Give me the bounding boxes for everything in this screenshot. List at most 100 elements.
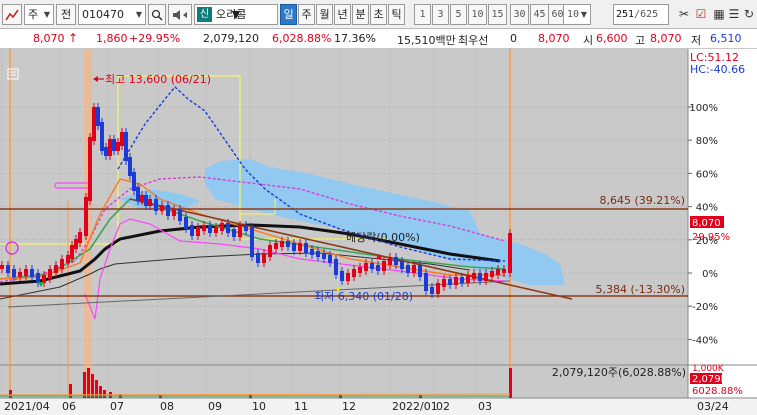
candle-body bbox=[502, 269, 506, 273]
chart-toolbar: 주 ▼ 전 010470 ▼ 신 오리콤 ▼ 일주월년분초틱 1 3 5 10 15 30… bbox=[0, 0, 757, 29]
candle-body bbox=[74, 239, 78, 249]
interval-button[interactable]: 45 bbox=[530, 4, 549, 25]
period-button[interactable]: 주 bbox=[298, 4, 315, 25]
volume-annotation: 2,079,120주(6,028.88%) bbox=[552, 366, 686, 379]
candle-body bbox=[232, 229, 236, 237]
period-button[interactable]: 년 bbox=[334, 4, 351, 25]
period-button[interactable]: 일 bbox=[280, 4, 297, 25]
candle-body bbox=[78, 232, 82, 243]
candle-body bbox=[466, 275, 470, 283]
chart-icon[interactable] bbox=[2, 4, 22, 25]
x-tick-label: 2021/04 bbox=[4, 400, 50, 413]
candle-body bbox=[364, 263, 368, 271]
x-tick-label: 03 bbox=[478, 400, 492, 413]
candle-body bbox=[442, 279, 446, 287]
period-button[interactable]: 분 bbox=[352, 4, 369, 25]
candle-body bbox=[334, 259, 338, 275]
candle-body bbox=[496, 269, 500, 275]
price-change-pct: +29.95% bbox=[129, 32, 181, 45]
x-tick-label: 11 bbox=[294, 400, 308, 413]
candle-body bbox=[448, 279, 452, 285]
candle-body bbox=[454, 277, 458, 285]
interval-button[interactable]: 15 bbox=[488, 4, 507, 25]
candle-body bbox=[120, 132, 124, 146]
candle-body bbox=[340, 271, 344, 281]
candle-body bbox=[490, 271, 494, 277]
interval-button[interactable]: 3 bbox=[432, 4, 449, 25]
refresh-icon[interactable]: ↻ bbox=[742, 4, 756, 25]
y-tick-label: 80% bbox=[696, 136, 718, 147]
stock-chart[interactable]: 최고 13,600 (06/21) 최저 6,340 (01/28) 베당락(0… bbox=[0, 49, 757, 415]
candle-body bbox=[108, 139, 112, 156]
total-count: /625 bbox=[634, 9, 659, 20]
candle-body bbox=[128, 157, 132, 176]
interval-button[interactable]: 1 bbox=[414, 4, 431, 25]
candle-body bbox=[100, 122, 104, 151]
candle-body bbox=[424, 273, 428, 291]
kind-button[interactable]: 전 bbox=[56, 4, 76, 25]
volume-bar bbox=[87, 368, 90, 398]
candle-body bbox=[310, 249, 314, 255]
volume: 2,079,120 bbox=[203, 32, 259, 45]
candle-body bbox=[148, 199, 152, 206]
candle-body bbox=[160, 205, 164, 211]
candle-body bbox=[60, 259, 64, 269]
candle-body bbox=[394, 257, 398, 265]
volume-bar bbox=[83, 372, 86, 398]
market-select[interactable]: 주 ▼ bbox=[24, 4, 54, 25]
checkbox-icon[interactable]: ☑ bbox=[693, 4, 709, 25]
candle-body bbox=[0, 265, 4, 269]
candle-body bbox=[18, 272, 22, 277]
x-tick-label: 2022/01 bbox=[392, 400, 438, 413]
candle-body bbox=[208, 225, 212, 233]
market-value: 주 bbox=[28, 8, 39, 21]
period-button[interactable]: 틱 bbox=[388, 4, 405, 25]
candle-body bbox=[298, 243, 302, 251]
stock-name-field[interactable]: 신 오리콤 ▼ bbox=[194, 4, 278, 25]
volume-scale-label: 1,000K bbox=[692, 364, 725, 374]
candle-body bbox=[478, 273, 482, 281]
x-tick-label: 09 bbox=[208, 400, 222, 413]
candle-body bbox=[184, 217, 188, 229]
candle-body bbox=[382, 261, 386, 271]
candle-body bbox=[30, 269, 34, 277]
sound-button[interactable] bbox=[168, 4, 192, 25]
period-button[interactable]: 초 bbox=[370, 4, 387, 25]
chevron-down-icon: ▼ bbox=[580, 10, 587, 19]
volume-ratio: 6,028.88% bbox=[272, 32, 332, 45]
period-button[interactable]: 월 bbox=[316, 4, 333, 25]
volume-tag-value: 2,079K bbox=[692, 374, 728, 385]
candle-body bbox=[42, 275, 46, 283]
search-button[interactable] bbox=[148, 4, 166, 25]
y-tick-label: -40% bbox=[692, 335, 718, 346]
candle-body bbox=[256, 253, 260, 263]
interval-button[interactable]: 30 bbox=[510, 4, 529, 25]
candle-body bbox=[376, 265, 380, 271]
list-icon[interactable]: ☰ bbox=[727, 4, 741, 25]
candle-body bbox=[6, 265, 10, 273]
search-icon bbox=[151, 9, 163, 21]
candle-body bbox=[12, 269, 16, 277]
position-field[interactable]: 251 /625 bbox=[613, 4, 669, 25]
speaker-icon bbox=[173, 9, 187, 20]
x-tick-label: 02 bbox=[436, 400, 450, 413]
candle-body bbox=[430, 287, 434, 294]
candle-body bbox=[36, 273, 40, 283]
candle-body bbox=[328, 255, 332, 263]
candle-body bbox=[316, 251, 320, 257]
turnover-rate: 17.36% bbox=[334, 32, 376, 45]
code-input[interactable]: 010470 ▼ bbox=[78, 4, 146, 25]
interval-button[interactable]: 10 bbox=[468, 4, 487, 25]
stock-name: 오리콤 bbox=[216, 8, 247, 21]
scissors-icon[interactable]: ✂ bbox=[676, 4, 692, 25]
grid-icon[interactable]: ▦ bbox=[711, 4, 727, 25]
candle-body bbox=[244, 225, 248, 231]
interval-button[interactable]: 5 bbox=[450, 4, 467, 25]
candle-body bbox=[412, 265, 416, 273]
candle-body bbox=[154, 199, 158, 211]
price-change: 1,860 bbox=[96, 32, 128, 45]
y-tick-label: -20% bbox=[692, 302, 718, 313]
volume-bar bbox=[9, 390, 12, 398]
candle-body bbox=[436, 283, 440, 294]
count-select[interactable]: 10 ▼ bbox=[563, 4, 591, 25]
